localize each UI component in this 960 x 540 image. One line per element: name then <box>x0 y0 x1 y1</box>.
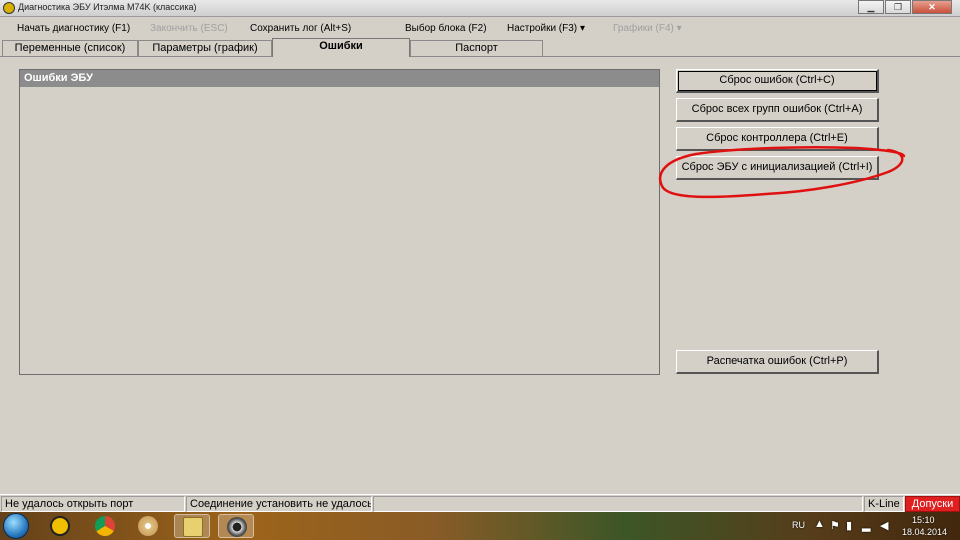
menu-settings-label: Настройки (F3) <box>507 23 578 34</box>
tab-strip: Переменные (список) Параметры (график) О… <box>0 38 960 57</box>
title-bar: Диагностика ЭБУ Итэлма M74K (классика) ▁… <box>0 0 960 17</box>
app-icon <box>3 2 15 14</box>
menu-bar: Начать диагностику (F1) Закончить (ESC) … <box>0 20 960 38</box>
menu-graphs-label: Графики (F4) <box>613 23 674 34</box>
status-kline: K-Line <box>864 496 904 512</box>
status-spacer <box>373 496 863 512</box>
menu-select-block[interactable]: Выбор блока (F2) <box>405 23 487 34</box>
menu-finish[interactable]: Закончить (ESC) <box>150 23 228 34</box>
tab-content-border <box>0 56 960 57</box>
taskbar-paint[interactable] <box>130 514 166 538</box>
status-connection: Соединение установить не удалось <box>186 496 372 512</box>
language-indicator[interactable]: RU <box>792 520 805 530</box>
minimize-button[interactable]: ▁ <box>858 0 884 14</box>
close-button[interactable]: ✕ <box>912 0 952 14</box>
reset-all-groups-button[interactable]: Сброс всех групп ошибок (Ctrl+A) <box>676 98 879 122</box>
taskbar-chrome[interactable] <box>87 514 123 538</box>
taskbar-app-icon[interactable] <box>42 514 78 538</box>
status-port: Не удалось открыть порт <box>1 496 185 512</box>
tray-arrow-icon[interactable]: ▲ <box>814 518 825 530</box>
folder-icon <box>183 517 203 537</box>
chrome-icon <box>95 516 115 536</box>
window-controls: ▁ ❐ ✕ <box>857 0 952 14</box>
clock-date[interactable]: 18.04.2014 <box>902 527 947 537</box>
maximize-button[interactable]: ❐ <box>885 0 911 14</box>
print-errors-button[interactable]: Распечатка ошибок (Ctrl+P) <box>676 350 879 374</box>
network-icon[interactable]: ▂ <box>862 519 870 532</box>
reset-ecu-init-button[interactable]: Сброс ЭБУ с инициализацией (Ctrl+I) <box>676 156 879 180</box>
windows-start-icon[interactable] <box>3 513 29 539</box>
menu-settings[interactable]: Настройки (F3) ▾ <box>507 23 585 34</box>
paint-palette-icon <box>138 516 158 536</box>
status-bar: Не удалось открыть порт Соединение устан… <box>0 494 960 513</box>
tab-passport[interactable]: Паспорт <box>410 40 543 56</box>
taskbar: RU ▲ ⚑ ▮ ▂ ◀ 15:10 18.04.2014 <box>0 512 960 540</box>
warning-triangle-icon <box>50 516 70 536</box>
taskbar-diagnostics-app[interactable] <box>218 514 254 538</box>
steering-wheel-icon <box>227 517 247 537</box>
menu-save-log[interactable]: Сохранить лог (Alt+S) <box>250 23 351 34</box>
menu-start-diagnostics[interactable]: Начать диагностику (F1) <box>17 23 130 34</box>
tab-variables[interactable]: Переменные (список) <box>2 40 138 56</box>
clock-time[interactable]: 15:10 <box>912 515 935 525</box>
taskbar-explorer[interactable] <box>174 514 210 538</box>
volume-icon[interactable]: ◀ <box>880 519 888 532</box>
chevron-down-icon: ▾ <box>676 23 682 34</box>
chevron-down-icon: ▾ <box>579 23 585 34</box>
tab-params[interactable]: Параметры (график) <box>138 40 272 56</box>
reset-controller-button[interactable]: Сброс контроллера (Ctrl+E) <box>676 127 879 151</box>
errors-list[interactable] <box>20 87 659 374</box>
window-title: Диагностика ЭБУ Итэлма M74K (классика) <box>18 2 197 12</box>
menu-graphs[interactable]: Графики (F4) ▾ <box>613 23 682 34</box>
panel-title: Ошибки ЭБУ <box>20 70 659 87</box>
status-tolerances[interactable]: Допуски <box>905 496 960 512</box>
tab-errors[interactable]: Ошибки <box>272 38 410 57</box>
ecu-errors-panel: Ошибки ЭБУ <box>19 69 660 375</box>
flag-icon[interactable]: ⚑ <box>830 519 840 532</box>
battery-icon[interactable]: ▮ <box>846 519 852 532</box>
reset-errors-button[interactable]: Сброс ошибок (Ctrl+C) <box>676 69 879 93</box>
